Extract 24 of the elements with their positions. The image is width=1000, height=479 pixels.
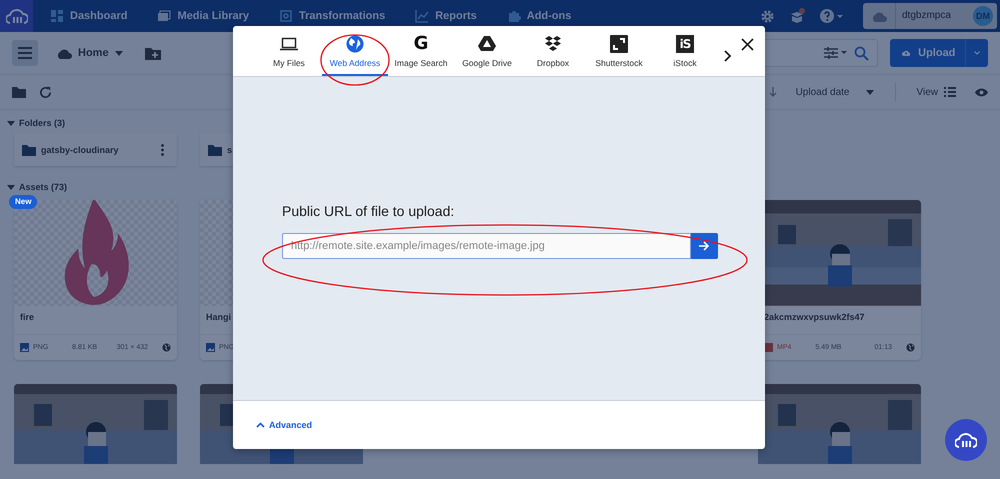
nav-link[interactable]: Dashboard [50,9,128,23]
nav-link[interactable]: Add-ons [506,9,572,23]
folder-card[interactable]: gatsby-cloudinary [14,133,177,166]
url-prompt: Public URL of file to upload: [282,203,456,219]
source-tab[interactable]: My Files [256,26,322,76]
source-tab[interactable]: iS iStock [652,26,718,76]
source-tab[interactable]: G Image Search [388,26,454,76]
new-badge: New [9,195,38,209]
section-header[interactable]: Folders (3) [0,112,1000,133]
sort-dropdown[interactable]: Upload date [790,86,880,98]
advanced-link[interactable]: Advanced [256,420,312,430]
nav-link[interactable]: Reports [415,9,477,23]
source-tab[interactable]: Dropbox [520,26,586,76]
view-button[interactable]: View [910,86,962,98]
url-input[interactable]: http://remote.site.example/images/remote-image.jpg [282,233,691,259]
section-header[interactable]: Assets (73) [0,176,1000,197]
location-dropdown[interactable]: Home [50,46,129,60]
account-name: dtgbzmpca [895,3,973,29]
nav-link[interactable]: Transformations [279,9,386,23]
source-tab[interactable]: Shutterstock [586,26,652,76]
upload-button[interactable]: Upload [890,39,988,67]
nav-link[interactable]: Media Library [157,9,249,23]
source-tab[interactable]: Google Drive [454,26,520,76]
asset-name: fire [14,306,177,335]
